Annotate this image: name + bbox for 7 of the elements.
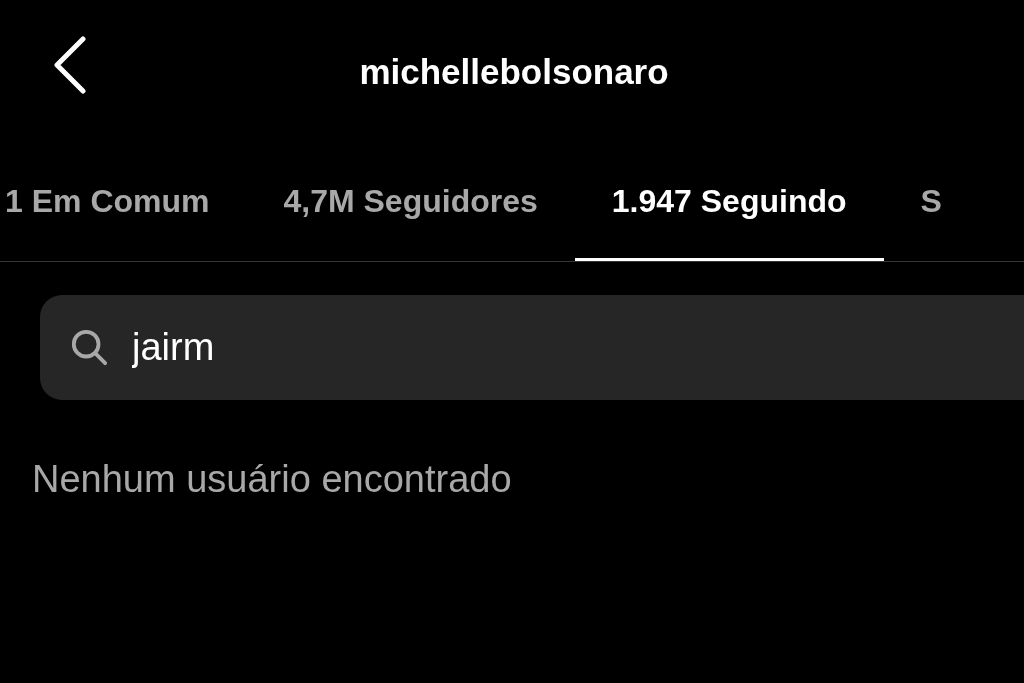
back-chevron-icon[interactable]	[53, 36, 87, 94]
profile-username: michellebolsonaro	[359, 51, 669, 92]
no-results-message: Nenhum usuário encontrado	[32, 458, 513, 501]
tab[interactable]: S	[883, 145, 979, 261]
tab[interactable]: 1 Em Comum	[0, 145, 247, 261]
tab[interactable]: 1.947 Seguindo	[574, 145, 884, 261]
tab[interactable]: 4,7M Seguidores	[246, 145, 575, 261]
